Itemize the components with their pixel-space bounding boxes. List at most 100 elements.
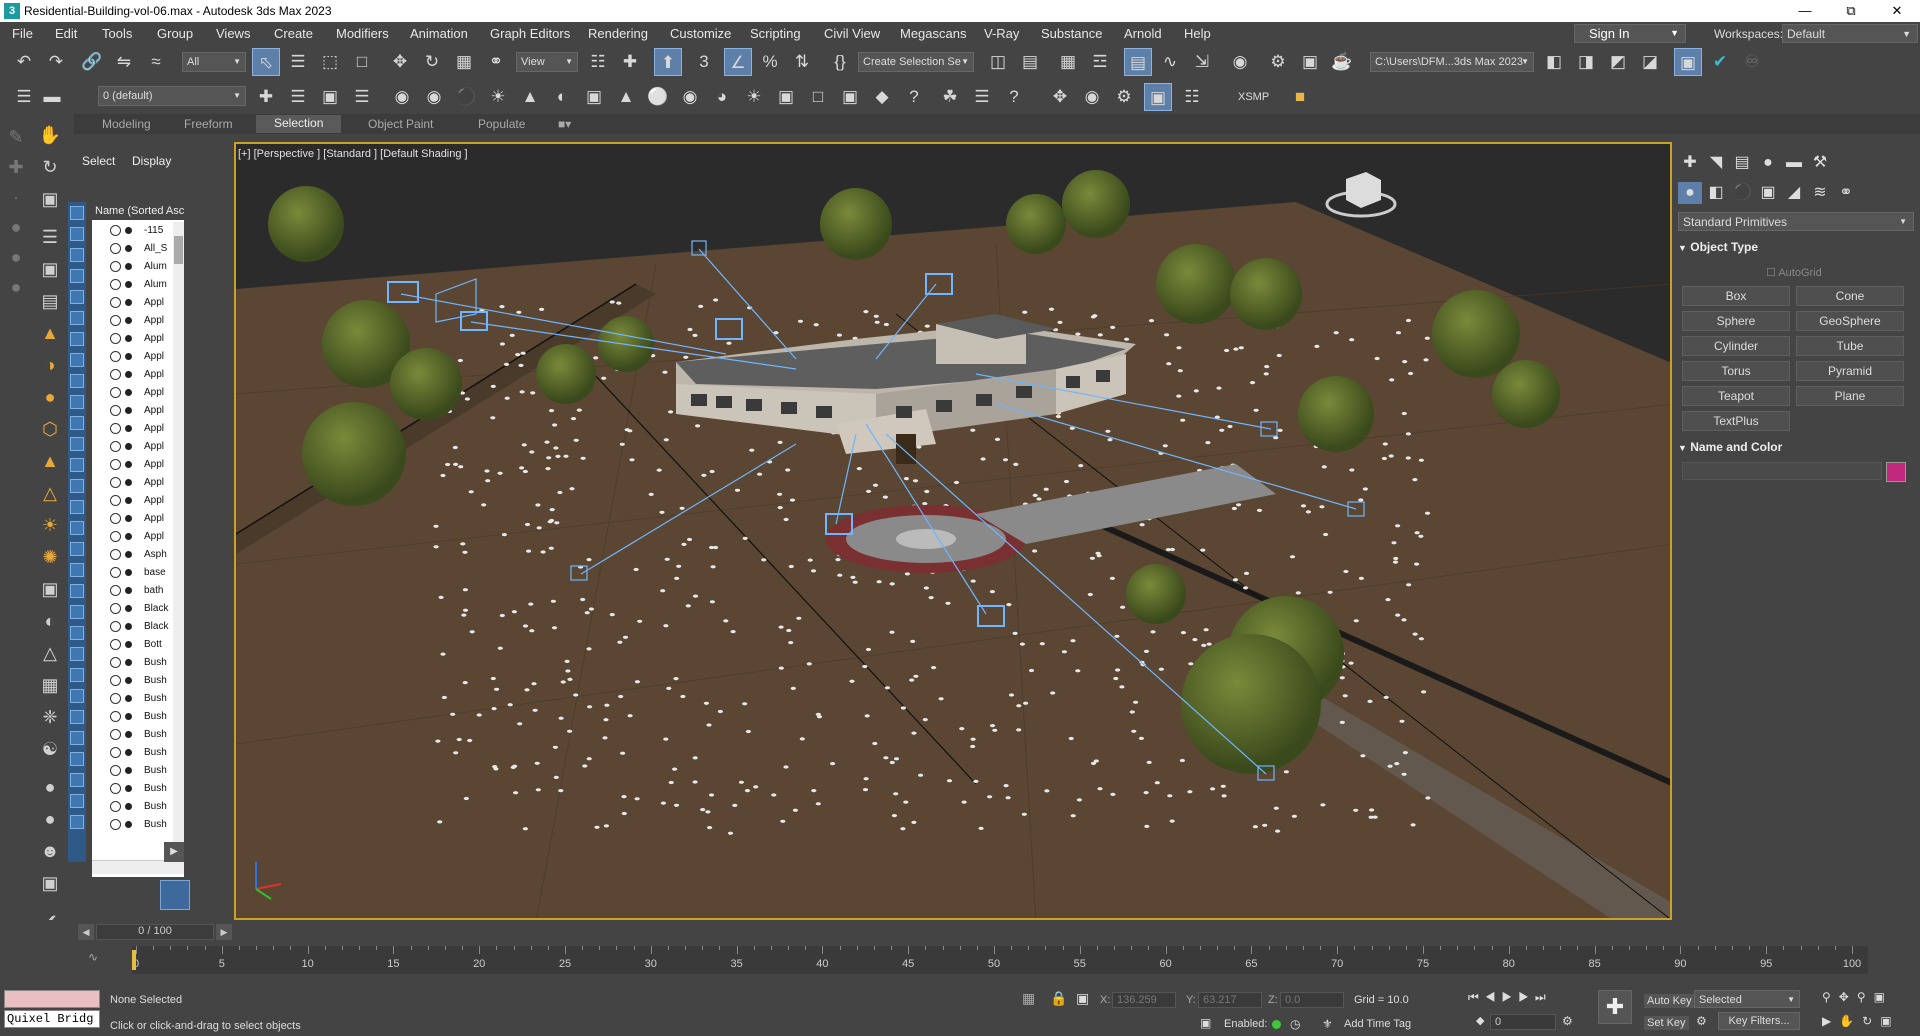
helpers-category-icon[interactable]: ◢ (1782, 182, 1806, 204)
display-filter-icon[interactable] (70, 626, 84, 640)
freeze-dot-icon[interactable] (125, 785, 132, 792)
curve-editor-mini-icon[interactable]: ∿ (88, 950, 104, 966)
object-type-rollout[interactable]: ▼ Object Type (1678, 240, 1914, 258)
menu-graph-editors[interactable]: Graph Editors (490, 26, 570, 41)
list-item[interactable]: Appl (92, 438, 184, 456)
snap-options-icon[interactable]: ☷ (1178, 83, 1206, 111)
project-settings-icon[interactable]: ◪ (1636, 48, 1664, 76)
scene-list-scrollbar[interactable] (173, 222, 184, 854)
selection-lock-icon[interactable]: 🔒 (1050, 990, 1067, 1007)
angle-snap-icon[interactable]: ∠ (724, 48, 752, 76)
absolute-mode-icon[interactable]: ▣ (1076, 990, 1089, 1007)
menu-create[interactable]: Create (274, 26, 313, 41)
close-icon[interactable]: ✕ (1874, 0, 1920, 22)
list-item[interactable]: Bush (92, 672, 184, 690)
set-key-big-button[interactable]: ✚ (1598, 990, 1632, 1024)
display-filter-icon[interactable] (70, 437, 84, 451)
selection-filter-dropdown[interactable]: All ▼ (182, 52, 246, 72)
visibility-eye-icon[interactable] (110, 513, 121, 524)
display-filter-icon[interactable] (70, 689, 84, 703)
visibility-eye-icon[interactable] (110, 279, 121, 290)
menu-substance[interactable]: Substance (1041, 26, 1102, 41)
vray-sphere-icon[interactable]: ⚪ (644, 83, 672, 111)
list-item[interactable]: Bush (92, 780, 184, 798)
gray-sphere-icon[interactable]: ● (36, 774, 64, 800)
menu-animation[interactable]: Animation (410, 26, 468, 41)
vray-render-icon[interactable]: ◉ (388, 83, 416, 111)
time-slider[interactable]: 0 / 100 (96, 924, 214, 940)
visibility-eye-icon[interactable] (110, 459, 121, 470)
scene-explorer-tab-select[interactable]: Select (82, 154, 115, 168)
list-item[interactable]: Appl (92, 492, 184, 510)
polyhedron-icon[interactable]: ⬡ (36, 416, 64, 442)
scrollbar-thumb[interactable] (174, 236, 183, 264)
visibility-eye-icon[interactable] (110, 549, 121, 560)
menu-civil-view[interactable]: Civil View (824, 26, 880, 41)
display-filter-icon[interactable] (70, 395, 84, 409)
visibility-eye-icon[interactable] (110, 423, 121, 434)
save-file-icon[interactable]: ◨ (1572, 48, 1600, 76)
freeze-dot-icon[interactable] (125, 371, 132, 378)
freeze-dot-icon[interactable] (125, 245, 132, 252)
motion-tab-icon[interactable]: ● (1756, 152, 1780, 174)
display-filter-icon[interactable] (70, 794, 84, 808)
menu-megascans[interactable]: Megascans (900, 26, 966, 41)
isolate-selection-icon[interactable]: ▦ (1022, 990, 1035, 1007)
visibility-eye-icon[interactable] (110, 243, 121, 254)
snap-vertex-icon[interactable]: ✥ (1046, 83, 1074, 111)
perspective-viewport[interactable] (234, 142, 1672, 920)
textplus-button[interactable]: TextPlus (1682, 411, 1790, 431)
sphere-shade-3-icon[interactable]: ● (2, 274, 30, 300)
visibility-eye-icon[interactable] (110, 495, 121, 506)
rotate-icon[interactable]: ↻ (418, 48, 446, 76)
current-frame-marker[interactable] (132, 950, 136, 970)
list-item[interactable]: Bush (92, 762, 184, 780)
list-item[interactable]: Appl (92, 312, 184, 330)
freeze-dot-icon[interactable] (125, 263, 132, 270)
toggle-scene-explorer-icon[interactable]: ▦ (1054, 48, 1082, 76)
list-item[interactable]: Appl (92, 330, 184, 348)
curve-editor-icon[interactable]: ∿ (1156, 48, 1184, 76)
freeze-dot-icon[interactable] (125, 641, 132, 648)
list-item[interactable]: Bush (92, 708, 184, 726)
freeze-dot-icon[interactable] (125, 389, 132, 396)
vray-interactive-icon[interactable]: ◉ (420, 83, 448, 111)
open-file-icon[interactable]: ◧ (1540, 48, 1568, 76)
torus-button[interactable]: Torus (1682, 361, 1790, 381)
render-frame-icon[interactable]: ▣ (36, 870, 64, 896)
list-item[interactable]: Bush (92, 744, 184, 762)
object-color-swatch[interactable] (1886, 462, 1906, 482)
display-filter-icon[interactable] (70, 815, 84, 829)
primitive-type-dropdown[interactable]: Standard Primitives ▼ (1678, 212, 1914, 231)
viewport-label[interactable]: [+] [Perspective ] [Standard ] [Default … (238, 148, 468, 160)
material-editor-icon[interactable]: ◉ (1226, 48, 1254, 76)
name-and-color-rollout[interactable]: ▼ Name and Color (1678, 440, 1914, 458)
menu-file[interactable]: File (12, 26, 33, 41)
freeze-dot-icon[interactable] (125, 461, 132, 468)
freeze-dot-icon[interactable] (125, 533, 132, 540)
visibility-eye-icon[interactable] (110, 819, 121, 830)
list-icon[interactable]: ☰ (36, 224, 64, 250)
freeze-dot-icon[interactable] (125, 659, 132, 666)
list-item[interactable]: -115 (92, 222, 184, 240)
toggle-ribbon-icon[interactable]: ▤ (1124, 48, 1152, 76)
ribbon-options-icon[interactable]: ■▾ (558, 117, 571, 131)
key-filters-button[interactable]: Key Filters... (1718, 1012, 1800, 1030)
visibility-eye-icon[interactable] (110, 333, 121, 344)
visibility-eye-icon[interactable] (110, 297, 121, 308)
list-item[interactable]: bath (92, 582, 184, 600)
arnold-help-icon[interactable]: ? (1000, 83, 1028, 111)
visibility-eye-icon[interactable] (110, 621, 121, 632)
list-item[interactable]: Appl (92, 456, 184, 474)
add-time-tag-button[interactable]: Add Time Tag (1344, 1018, 1411, 1030)
window-crossing-icon[interactable]: □ (348, 48, 376, 76)
name-column-header[interactable]: Name (Sorted Asce (92, 202, 184, 220)
select-tool-icon[interactable]: ✚ (2, 154, 30, 180)
list-item[interactable]: Bush (92, 798, 184, 816)
scene-list-hscrollbar[interactable] (92, 860, 184, 874)
layer-manager-icon[interactable]: ☰ (10, 83, 38, 111)
list-item[interactable]: Appl (92, 384, 184, 402)
display-filter-icon[interactable] (70, 269, 84, 283)
track-bar[interactable]: 0 5 10 15 20 25 30 35 40 45 50 55 60 65 70 75 80 85 90 95 10… (132, 946, 1868, 974)
undo-icon[interactable]: ↶ (10, 48, 38, 76)
